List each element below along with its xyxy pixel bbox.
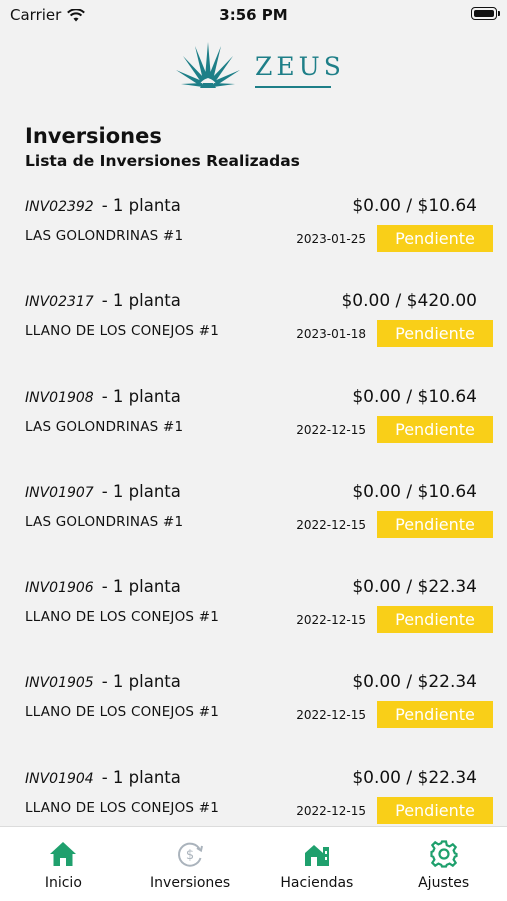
tab-label: Inversiones	[150, 875, 231, 891]
investment-title: INV01907 - 1 planta	[25, 482, 181, 501]
tab-ajustes[interactable]: Ajustes	[380, 827, 507, 901]
investment-item[interactable]: INV02317 - 1 planta $0.00 / $420.00 LLAN…	[0, 285, 507, 380]
logo-underline	[255, 86, 331, 88]
investment-date: 2022-12-15	[296, 613, 366, 628]
investment-title: INV01908 - 1 planta	[25, 387, 181, 406]
status-badge: Pendiente	[377, 320, 493, 348]
zeus-logo: ZEUS	[175, 38, 341, 94]
dollar-cycle-icon: $	[178, 842, 204, 867]
tab-bar: Inicio $ Inversiones Haciendas Ajustes	[0, 826, 507, 901]
investment-farm: LLANO DE LOS CONEJOS #1	[25, 799, 219, 816]
investment-amount: $0.00 / $22.34	[352, 767, 477, 788]
status-badge: Pendiente	[377, 225, 493, 252]
investment-code: INV02392	[25, 199, 94, 215]
status-badge: Pendiente	[377, 796, 493, 824]
logo-wordmark: ZEUS	[255, 52, 345, 81]
status-badge: Pendiente	[377, 701, 493, 729]
investment-code: INV01906	[25, 580, 94, 597]
investment-title: INV01905 - 1 planta	[25, 672, 181, 691]
investment-quantity: - 1 planta	[101, 672, 181, 692]
investment-title: INV02317 - 1 planta	[25, 291, 181, 310]
investment-farm: LAS GOLONDRINAS #1	[25, 513, 184, 530]
investment-date: 2022-12-15	[296, 517, 366, 532]
investment-date: 2022-12-15	[296, 422, 366, 437]
investment-farm: LAS GOLONDRINAS #1	[25, 418, 184, 435]
investment-farm: LLANO DE LOS CONEJOS #1	[25, 323, 219, 340]
status-badge: Pendiente	[377, 606, 493, 634]
investment-code: INV02317	[25, 294, 94, 311]
investment-farm: LLANO DE LOS CONEJOS #1	[25, 609, 219, 626]
investment-date: 2023-01-18	[296, 327, 366, 342]
status-bar: Carrier 3:56 PM	[0, 0, 507, 30]
gear-icon	[430, 840, 458, 868]
investment-quantity: - 1 planta	[101, 291, 181, 311]
tab-haciendas[interactable]: Haciendas	[254, 827, 381, 901]
status-badge: Pendiente	[377, 510, 493, 538]
investment-item[interactable]: INV02392 - 1 planta $0.00 / $10.64 LAS G…	[0, 190, 507, 285]
investment-title: INV02392 - 1 planta	[25, 196, 181, 215]
investment-amount: $0.00 / $10.64	[352, 196, 477, 216]
investment-quantity: - 1 planta	[101, 481, 181, 501]
investment-amount: $0.00 / $10.64	[352, 386, 477, 407]
investment-item[interactable]: INV01906 - 1 planta $0.00 / $22.34 LLANO…	[0, 571, 507, 666]
investment-code: INV01908	[25, 389, 94, 406]
investment-item[interactable]: INV01908 - 1 planta $0.00 / $10.64 LAS G…	[0, 381, 507, 476]
investment-date: 2022-12-15	[296, 803, 366, 818]
page-title: Inversiones	[25, 124, 162, 148]
home-icon	[50, 842, 77, 866]
investment-amount: $0.00 / $22.34	[352, 577, 477, 598]
farm-icon	[304, 845, 329, 866]
investment-list: INV02392 - 1 planta $0.00 / $10.64 LAS G…	[0, 190, 507, 857]
page-subtitle: Lista de Inversiones Realizadas	[25, 152, 300, 170]
investment-title: INV01904 - 1 planta	[25, 768, 181, 787]
investment-item[interactable]: INV01907 - 1 planta $0.00 / $10.64 LAS G…	[0, 476, 507, 571]
tab-label: Inicio	[44, 875, 82, 891]
investment-quantity: - 1 planta	[101, 196, 181, 215]
investment-item[interactable]: INV01905 - 1 planta $0.00 / $22.34 LLANO…	[0, 666, 507, 761]
investment-farm: LLANO DE LOS CONEJOS #1	[25, 704, 219, 721]
investment-code: INV01905	[25, 675, 94, 692]
investment-amount: $0.00 / $22.34	[352, 672, 477, 693]
tab-label: Ajustes	[418, 875, 470, 891]
investment-quantity: - 1 planta	[101, 767, 181, 787]
investment-date: 2023-01-25	[296, 232, 366, 246]
investment-farm: LAS GOLONDRINAS #1	[25, 228, 184, 244]
investment-amount: $0.00 / $10.64	[352, 481, 477, 502]
svg-text:$: $	[186, 848, 194, 863]
status-badge: Pendiente	[377, 415, 493, 443]
investment-code: INV01904	[25, 770, 94, 787]
investment-quantity: - 1 planta	[101, 386, 181, 406]
tab-inicio[interactable]: Inicio	[0, 827, 127, 901]
investment-quantity: - 1 planta	[101, 577, 181, 597]
agave-logo-icon	[176, 42, 240, 88]
investment-amount: $0.00 / $420.00	[341, 291, 477, 312]
battery-icon	[471, 7, 500, 20]
investment-code: INV01907	[25, 484, 94, 501]
tab-label: Haciendas	[280, 875, 354, 891]
tab-inversiones[interactable]: $ Inversiones	[127, 827, 254, 901]
investment-title: INV01906 - 1 planta	[25, 577, 181, 596]
investment-date: 2022-12-15	[296, 708, 366, 723]
status-time: 3:56 PM	[219, 6, 288, 24]
